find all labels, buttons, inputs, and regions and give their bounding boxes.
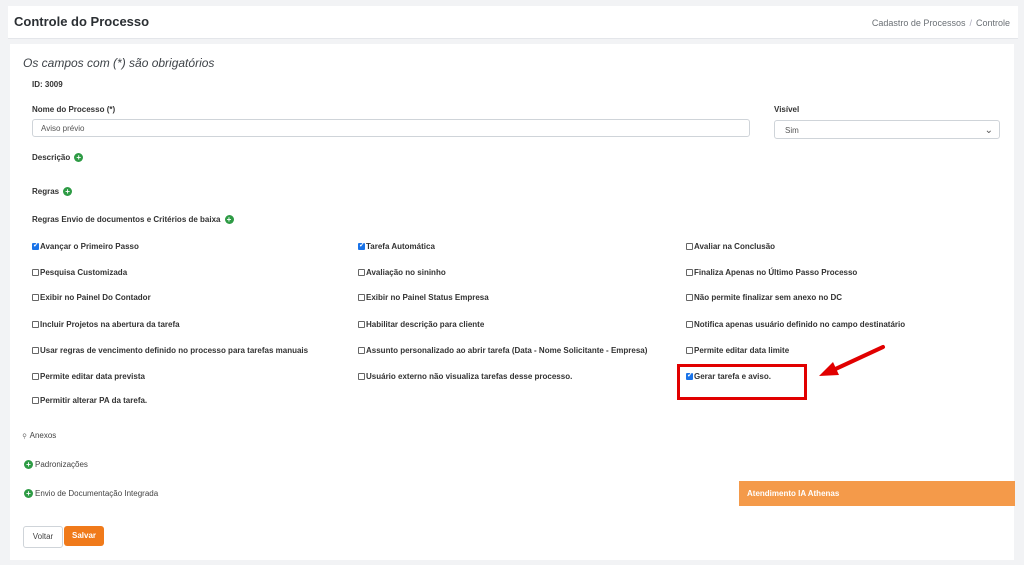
descricao-row: Descrição + bbox=[32, 153, 84, 163]
visible-label: Visível bbox=[774, 105, 800, 114]
checkbox-box[interactable] bbox=[358, 321, 365, 328]
checkbox-box[interactable] bbox=[686, 347, 693, 354]
checkbox-box[interactable] bbox=[32, 294, 39, 301]
checkbox-label: Exibir no Painel Do Contador bbox=[40, 293, 151, 302]
add-regras-envio-icon[interactable]: + bbox=[224, 215, 234, 225]
checkbox-label: Não permite finalizar sem anexo no DC bbox=[694, 293, 843, 302]
checkbox-pesquisa[interactable]: Pesquisa Customizada bbox=[32, 268, 127, 277]
checkbox-label: Habilitar descrição para cliente bbox=[366, 320, 485, 329]
checkbox-label: Avançar o Primeiro Passo bbox=[40, 242, 139, 251]
checkbox-box[interactable] bbox=[32, 321, 39, 328]
checkbox-label: Notifica apenas usuário definido no camp… bbox=[694, 320, 906, 329]
checkbox-label: Usuário externo não visualiza tarefas de… bbox=[366, 372, 573, 381]
page-title: Controle do Processo bbox=[14, 14, 150, 29]
checkbox-label: Finaliza Apenas no Último Passo Processo bbox=[694, 268, 858, 277]
regras-label: Regras bbox=[32, 187, 60, 196]
checkbox-label: Avaliação no sininho bbox=[366, 268, 446, 277]
checkbox-box[interactable] bbox=[686, 269, 693, 276]
checkbox-label: Tarefa Automática bbox=[366, 242, 435, 251]
add-padronizacoes-icon[interactable]: + bbox=[24, 460, 33, 469]
checkbox-label: Permitir alterar PA da tarefa. bbox=[40, 396, 148, 405]
checkbox-label: Permite editar data limite bbox=[694, 346, 790, 355]
checkbox-habilitar-descricao[interactable]: Habilitar descrição para cliente bbox=[358, 320, 484, 329]
padronizacoes-row[interactable]: + Padronizações bbox=[24, 460, 88, 469]
envio-row[interactable]: + Envio de Documentação Integrada bbox=[24, 489, 158, 498]
anexos-label: Anexos bbox=[29, 431, 57, 440]
add-regras-icon[interactable]: + bbox=[63, 187, 73, 197]
top-bar: Controle do Processo Cadastro de Process… bbox=[8, 6, 1018, 39]
checkbox-box[interactable] bbox=[32, 269, 39, 276]
visible-select[interactable]: Sim ⌄ bbox=[774, 120, 1000, 139]
checkbox-box[interactable] bbox=[686, 294, 693, 301]
regras-envio-row: Regras Envio de documentos e Critérios d… bbox=[32, 215, 234, 225]
checkbox-label: Assunto personalizado ao abrir tarefa (D… bbox=[366, 346, 648, 355]
checkbox-box[interactable] bbox=[32, 347, 39, 354]
breadcrumb: Cadastro de Processos / Controle bbox=[872, 18, 1010, 28]
checkbox-box[interactable] bbox=[358, 294, 365, 301]
required-note: Os campos com (*) são obrigatórios bbox=[23, 56, 215, 70]
anexos-row[interactable]: ⌕ Anexos bbox=[19, 429, 57, 441]
breadcrumb-separator: / bbox=[969, 18, 972, 28]
annotation-highlight-box bbox=[677, 364, 807, 400]
process-name-input[interactable]: Aviso prévio bbox=[32, 119, 750, 137]
checkbox-finaliza-ultimo[interactable]: Finaliza Apenas no Último Passo Processo bbox=[686, 268, 857, 277]
checkbox-box[interactable] bbox=[358, 373, 365, 380]
checkbox-label: Incluir Projetos na abertura da tarefa bbox=[40, 320, 180, 329]
checkbox-notifica-usuario[interactable]: Notifica apenas usuário definido no camp… bbox=[686, 320, 905, 329]
checkbox-avaliacao-sininho[interactable]: Avaliação no sininho bbox=[358, 268, 446, 277]
checkbox-incluir-projetos[interactable]: Incluir Projetos na abertura da tarefa bbox=[32, 320, 180, 329]
descricao-label: Descrição bbox=[32, 153, 71, 162]
breadcrumb-controle: Controle bbox=[975, 18, 1010, 28]
checkbox-exibir-status[interactable]: Exibir no Painel Status Empresa bbox=[358, 293, 489, 302]
checkbox-tarefa-automatica[interactable]: Tarefa Automática bbox=[358, 241, 435, 251]
checkbox-label: Exibir no Painel Status Empresa bbox=[366, 293, 489, 302]
checkbox-box[interactable] bbox=[358, 241, 365, 250]
voltar-button[interactable]: Voltar bbox=[23, 526, 63, 548]
checkbox-exibir-contador[interactable]: Exibir no Painel Do Contador bbox=[32, 293, 151, 302]
checkbox-avancar[interactable]: Avançar o Primeiro Passo bbox=[32, 241, 139, 251]
checkbox-box[interactable] bbox=[32, 241, 39, 250]
padronizacoes-label: Padronizações bbox=[35, 460, 88, 469]
envio-label: Envio de Documentação Integrada bbox=[35, 489, 159, 498]
checkbox-box[interactable] bbox=[32, 397, 39, 404]
checkbox-label: Permite editar data prevista bbox=[40, 372, 145, 381]
checkbox-box[interactable] bbox=[32, 373, 39, 380]
annotation-arrow-icon bbox=[819, 345, 885, 376]
checkbox-label: Avaliar na Conclusão bbox=[694, 242, 776, 251]
salvar-button[interactable]: Salvar bbox=[64, 526, 104, 546]
add-descricao-icon[interactable]: + bbox=[74, 153, 84, 163]
checkbox-alterar-pa[interactable]: Permitir alterar PA da tarefa. bbox=[32, 396, 147, 405]
checkbox-usar-regras[interactable]: Usar regras de vencimento definido no pr… bbox=[32, 346, 308, 355]
checkbox-assunto-personalizado[interactable]: Assunto personalizado ao abrir tarefa (D… bbox=[358, 346, 647, 355]
chevron-down-icon: ⌄ bbox=[984, 125, 993, 136]
checkbox-label: Pesquisa Customizada bbox=[40, 268, 128, 277]
checkbox-box[interactable] bbox=[686, 321, 693, 328]
visible-select-value: Sim bbox=[785, 126, 799, 135]
checkbox-editar-data-limite[interactable]: Permite editar data limite bbox=[686, 346, 789, 355]
breadcrumb-cadastro[interactable]: Cadastro de Processos bbox=[872, 18, 966, 28]
checkbox-nao-permite-finalizar[interactable]: Não permite finalizar sem anexo no DC bbox=[686, 293, 842, 302]
regras-envio-label: Regras Envio de documentos e Critérios d… bbox=[32, 215, 221, 224]
process-id: ID: 3009 bbox=[32, 80, 63, 89]
regras-row: Regras + bbox=[32, 187, 73, 197]
process-name-label: Nome do Processo (*) bbox=[32, 105, 116, 114]
checkbox-avaliar-conclusao[interactable]: Avaliar na Conclusão bbox=[686, 242, 775, 251]
checkbox-box[interactable] bbox=[686, 243, 693, 250]
checkbox-label: Usar regras de vencimento definido no pr… bbox=[40, 346, 309, 355]
add-envio-icon[interactable]: + bbox=[24, 489, 33, 498]
checkbox-box[interactable] bbox=[358, 347, 365, 354]
form-card: Os campos com (*) são obrigatórios ID: 3… bbox=[10, 44, 1015, 560]
checkbox-editar-data-prevista[interactable]: Permite editar data prevista bbox=[32, 372, 145, 381]
chat-widget[interactable]: Atendimento IA Athenas bbox=[739, 481, 1015, 506]
checkbox-usuario-externo[interactable]: Usuário externo não visualiza tarefas de… bbox=[358, 372, 572, 381]
checkbox-box[interactable] bbox=[358, 269, 365, 276]
